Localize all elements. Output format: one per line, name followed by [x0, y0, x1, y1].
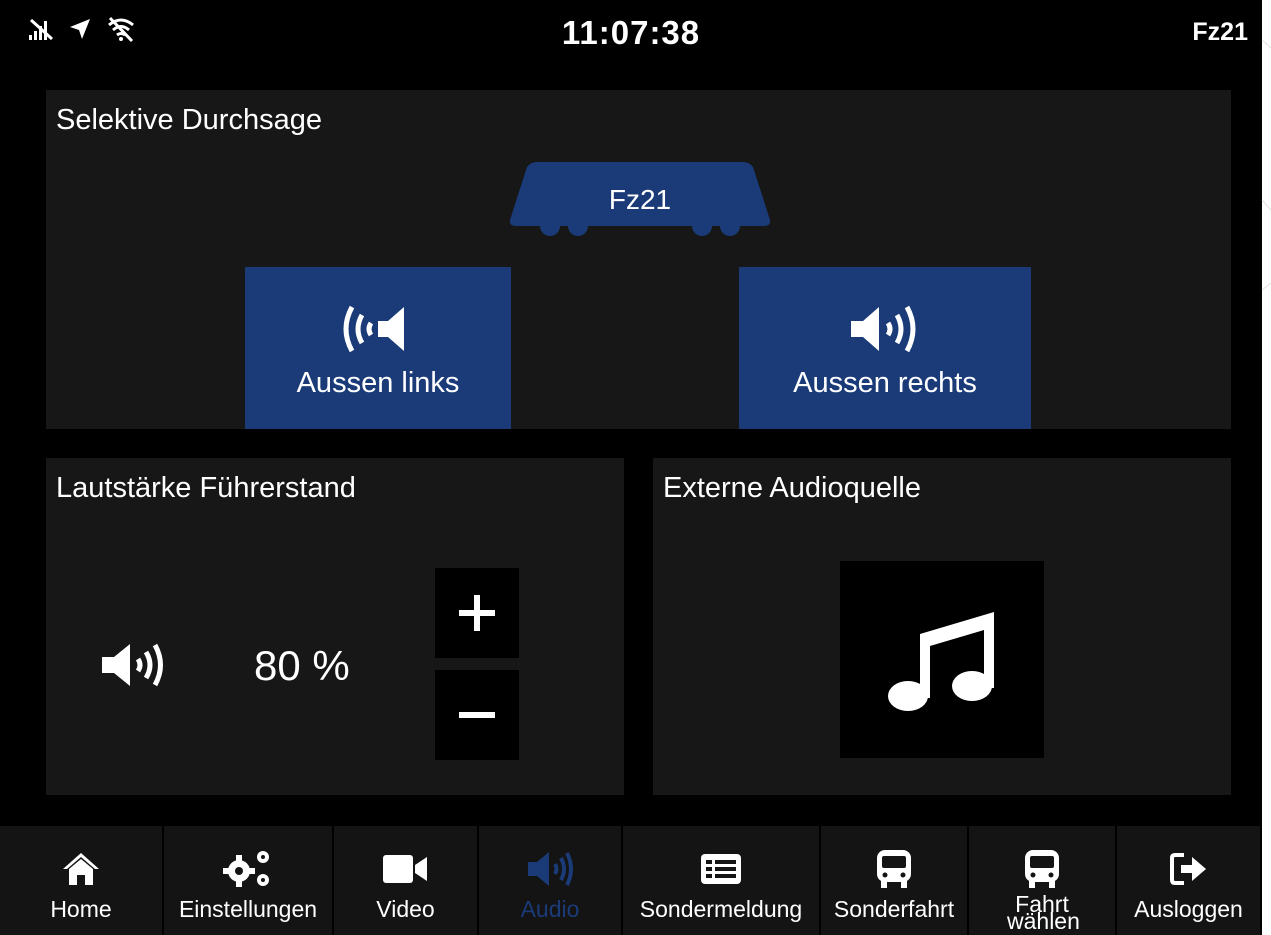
nav-special-message[interactable]: Sondermeldung [623, 826, 821, 935]
speaker-right-icon [849, 301, 921, 357]
bus-icon [875, 848, 913, 890]
volume-up-button[interactable] [435, 568, 519, 658]
cab-volume-panel: Lautstärke Führerstand 80 % [46, 458, 624, 795]
selective-announcement-panel: Selektive Durchsage Fz21 Aussen links Au… [46, 90, 1231, 429]
vehicle-id: Fz21 [1192, 18, 1248, 46]
plus-icon [459, 595, 495, 631]
status-bar: 11:07:38 Fz21 [0, 0, 1262, 62]
gears-icon [223, 848, 273, 890]
volume-value: 80 % [254, 642, 350, 689]
external-audio-button[interactable] [840, 561, 1044, 758]
outside-right-label: Aussen rechts [793, 367, 977, 399]
panel-title: Externe Audioquelle [663, 472, 921, 504]
nav-special-trip[interactable]: Sonderfahrt [821, 826, 969, 935]
volume-down-button[interactable] [435, 670, 519, 760]
outside-right-button[interactable]: Aussen rechts [739, 267, 1031, 429]
outside-left-label: Aussen links [296, 367, 460, 399]
nav-label: Sondermeldung [639, 896, 803, 922]
video-camera-icon [382, 848, 429, 890]
app-screen: 11:07:38 Fz21 Selektive Durchsage Fz21 A… [0, 0, 1262, 935]
message-list-icon [700, 848, 742, 890]
nav-logout[interactable]: Ausloggen [1117, 826, 1262, 935]
home-icon [61, 848, 101, 890]
nav-label: Fahrt wählen [1007, 891, 1080, 934]
speaker-left-icon [342, 301, 414, 357]
nav-label: Audio [520, 896, 580, 922]
bottom-navigation: Home Einstellungen Video Audio Sondermel… [0, 826, 1262, 935]
nav-settings[interactable]: Einstellungen [164, 826, 334, 935]
nav-video[interactable]: Video [334, 826, 479, 935]
nav-label: Home [50, 896, 112, 922]
outside-left-button[interactable]: Aussen links [245, 267, 511, 429]
panel-title: Selektive Durchsage [56, 104, 322, 136]
nav-label: Sonderfahrt [833, 896, 955, 922]
speaker-icon [526, 848, 574, 890]
nav-home[interactable]: Home [0, 826, 164, 935]
music-note-icon [888, 611, 994, 711]
nav-select-trip[interactable]: Fahrt wählen [969, 826, 1117, 935]
minus-icon [459, 712, 495, 718]
vehicle-label: Fz21 [608, 184, 672, 215]
nav-label: Ausloggen [1134, 896, 1243, 922]
speaker-icon [100, 640, 166, 695]
external-audio-panel: Externe Audioquelle [653, 458, 1231, 795]
clock: 11:07:38 [561, 14, 701, 51]
bus-icon [1023, 848, 1061, 890]
nav-label: Einstellungen [178, 896, 318, 922]
logout-icon [1169, 848, 1208, 890]
nav-audio[interactable]: Audio [479, 826, 623, 935]
panel-title: Lautstärke Führerstand [56, 472, 356, 504]
nav-label: Video [376, 896, 435, 922]
